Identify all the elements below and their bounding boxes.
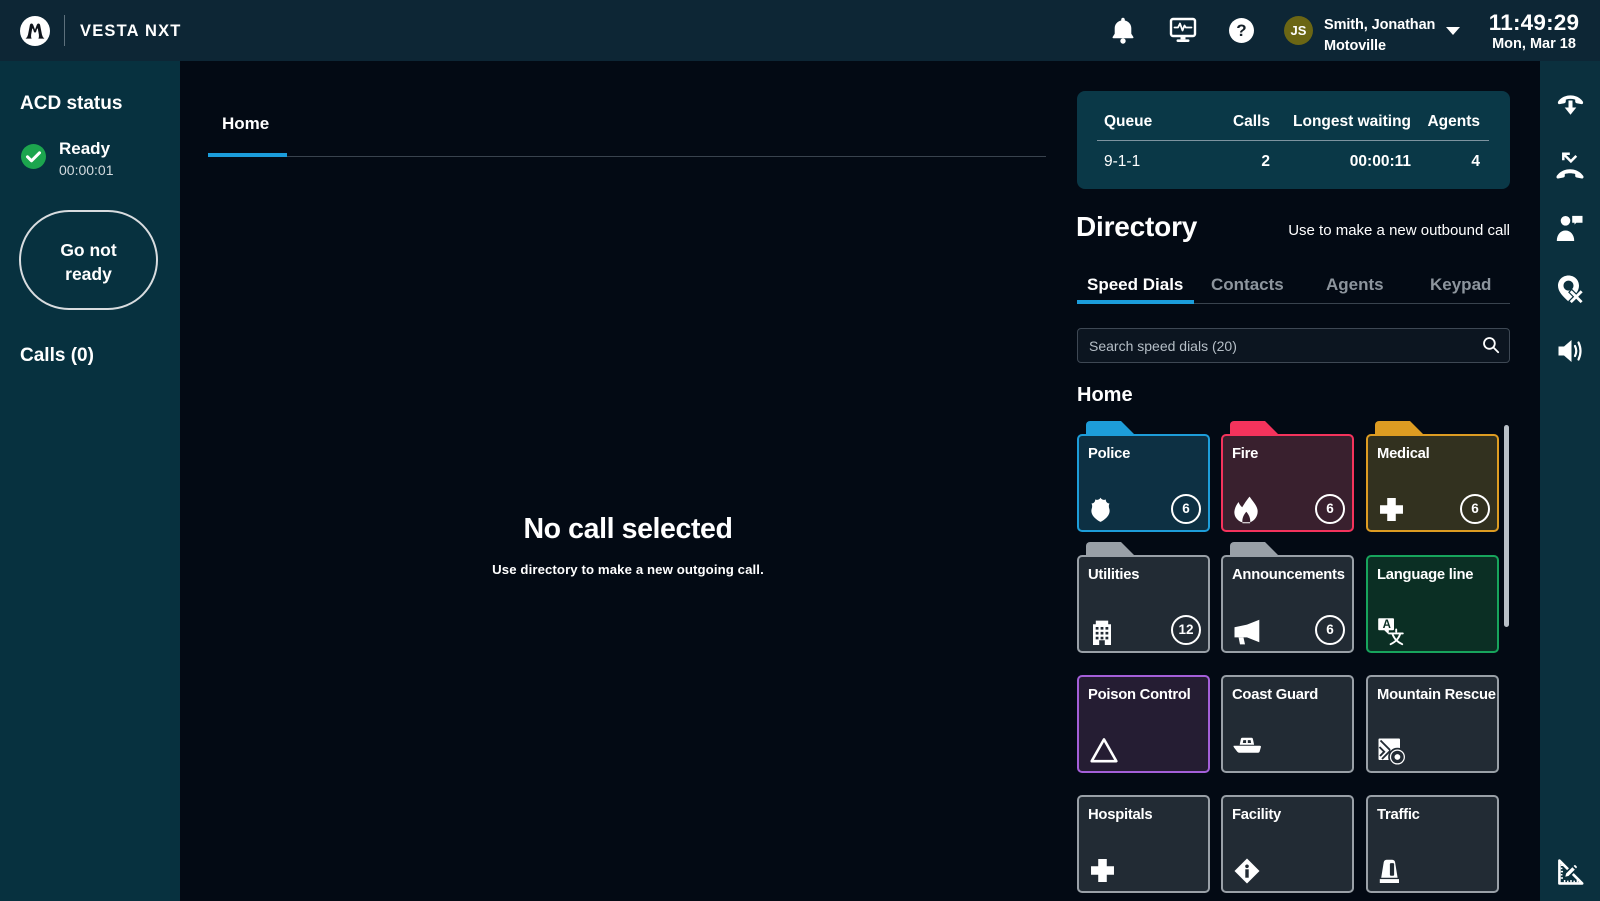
svg-text:A: A [1383,619,1391,631]
